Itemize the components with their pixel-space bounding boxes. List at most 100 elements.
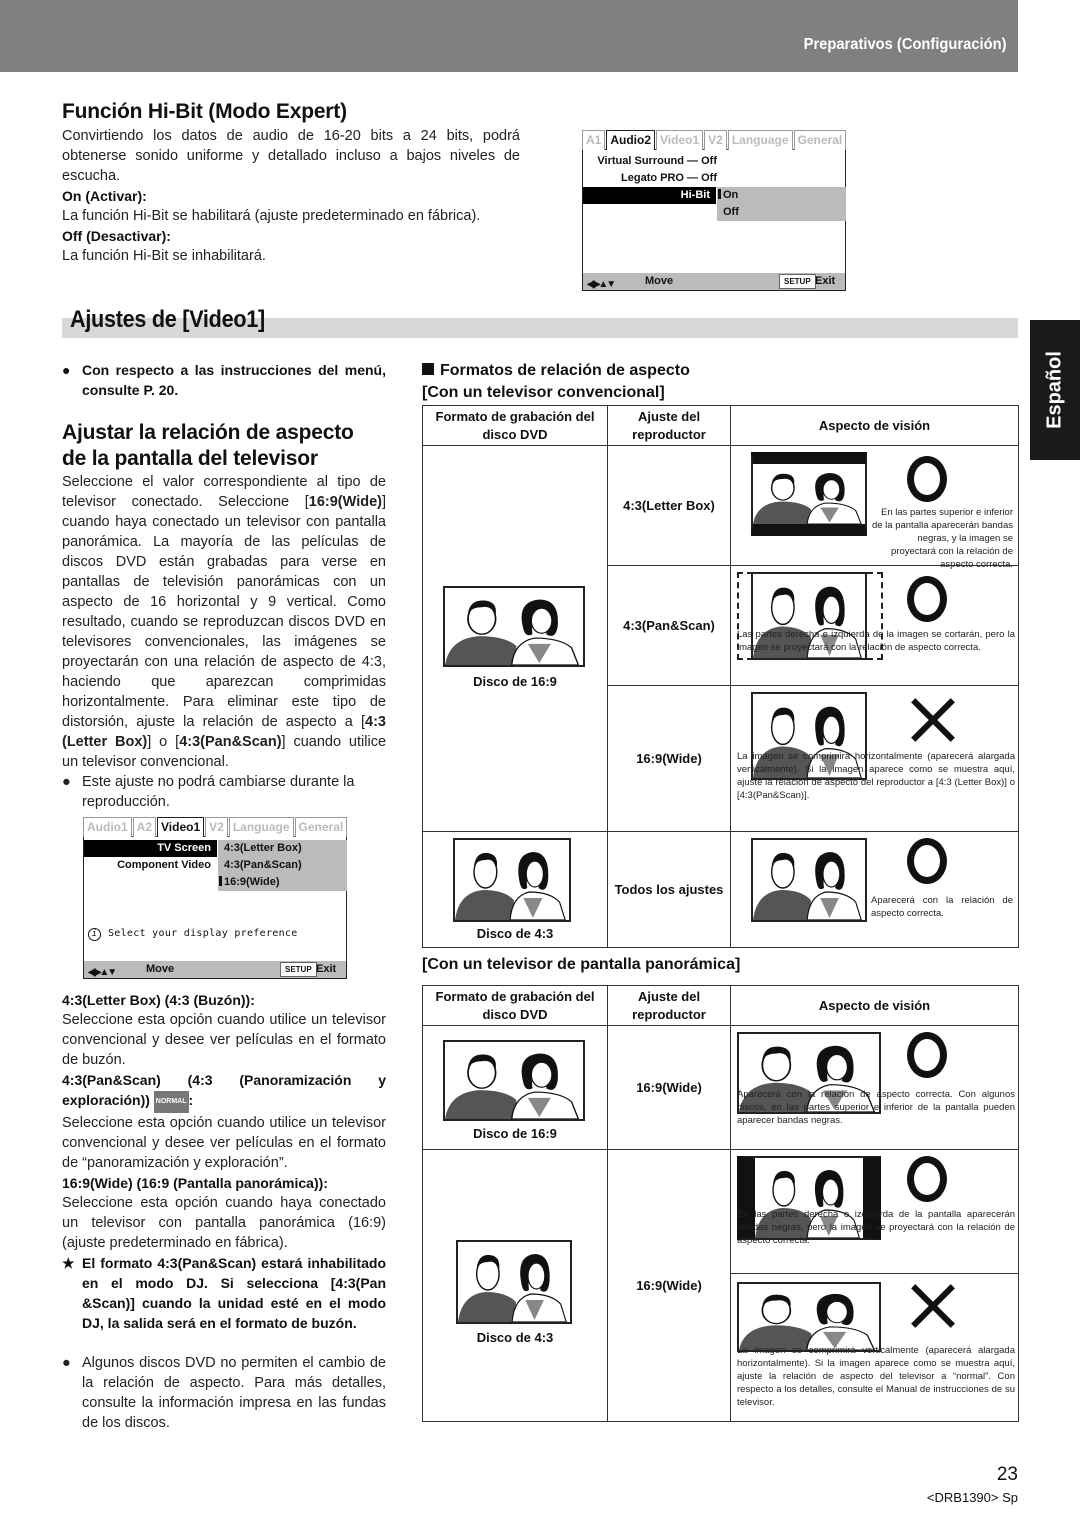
setup-button[interactable]: SETUP [280, 962, 317, 977]
move-label: Move [146, 963, 175, 975]
osd-video-footer: ◀▶▲▼ Move SETUP Exit [84, 961, 346, 978]
table-row: Disco de 16:9 4:3(Letter Box) En las par… [422, 445, 1019, 832]
language-tab: Español [1030, 320, 1080, 460]
info-icon: i [88, 928, 101, 941]
osd-row-component-video[interactable]: Component Video [84, 857, 217, 874]
col-player-setting: Ajuste del reproductor [607, 405, 731, 446]
osd-row-hibit[interactable]: Hi-Bit [583, 187, 716, 204]
osd-audio-menu: A1 Audio2 Video1 V2 Language General Vir… [582, 130, 847, 291]
panscan-text: Seleccione esta opción cuando utilice un… [62, 1115, 386, 1171]
disc-cell: Disco de 16:9 [422, 445, 608, 832]
tab-a1[interactable]: A1 [582, 130, 606, 150]
setting-cell: 4:3(Pan&Scan) [607, 565, 731, 686]
osd-tv-options: 4:3(Letter Box) 4:3(Pan&Scan) 16:9(Wide) [218, 840, 347, 891]
video1-title: Ajustes de [Video1] [70, 306, 265, 333]
left-options: 4:3(Letter Box) (4:3 (Buzón)): Seleccion… [62, 990, 386, 1433]
section-title: Preparativos (Configuración) [803, 36, 1006, 53]
col-disc-format: Formato de grabación del disco DVD [422, 985, 608, 1026]
aspect-subtitle: Ajustar la relación de aspecto de la pan… [62, 421, 354, 470]
setting-cell: 16:9(Wide) [607, 1025, 731, 1150]
osd-row-virtual-surround[interactable]: Virtual Surround — Off [583, 153, 717, 170]
letterbox-label: 4:3(Letter Box) (4:3 (Buzón)): [62, 992, 255, 1008]
tab-language[interactable]: Language [727, 130, 793, 150]
stretched-image [737, 1282, 881, 1352]
aspect-desc: Las partes derecha e izquierda de la ima… [737, 629, 1015, 653]
osd-row-tv-screen[interactable]: TV Screen [84, 840, 217, 857]
hibit-title: Función Hi-Bit (Modo Expert) [62, 100, 347, 123]
tab-audio2[interactable]: Audio2 [606, 130, 656, 150]
conventional-tv-title: [Con un televisor convencional] [422, 384, 665, 401]
couple-illustration [445, 1053, 580, 1119]
couple-illustration [753, 473, 862, 524]
square-bullet-icon [422, 363, 434, 375]
tab-v2[interactable]: V2 [205, 817, 228, 837]
couple-illustration [753, 852, 862, 920]
osd-video-menu: Audio1 A2 Video1 V2 Language General TV … [83, 817, 348, 979]
bad-cross-icon [909, 1282, 957, 1330]
tab-general[interactable]: General [294, 817, 348, 837]
letterbox-image [751, 452, 867, 536]
hibit-body: Convirtiendo los datos de audio de 16-20… [62, 126, 520, 266]
osd-audio-tabs: A1 Audio2 Video1 V2 Language General [582, 130, 847, 150]
letterbox-text: Seleccione esta opción cuando utilice un… [62, 1012, 386, 1068]
tab-language[interactable]: Language [228, 817, 294, 837]
table-row: Disco de 4:3 Todos los ajustes Aparecerá… [422, 831, 1019, 948]
disc-cell: Disco de 4:3 [422, 1149, 608, 1422]
bullet-icon: ● [62, 774, 71, 790]
table-row: Disco de 16:9 16:9(Wide) Aparecerá con l… [422, 1025, 1019, 1150]
setup-button[interactable]: SETUP [779, 274, 816, 289]
setting-cell: Todos los ajustes [607, 831, 731, 948]
hibit-intro: Convirtiendo los datos de audio de 16-20… [62, 128, 520, 184]
star-icon: ★ [62, 1255, 75, 1271]
ok-circle-icon [907, 838, 947, 884]
couple-illustration [458, 1254, 567, 1322]
osd-hint: i Select your display preference [88, 926, 298, 941]
disc-16-9-image [443, 586, 585, 667]
normal-image [751, 838, 867, 922]
normal-badge-icon: NORMAL [153, 1091, 189, 1113]
osd-row-legato-pro[interactable]: Legato PRO — Off [583, 170, 717, 187]
aspect-cell: La imagen se comprimirá verticalmente (a… [730, 1273, 1019, 1422]
osd-option-on[interactable]: On [717, 187, 846, 204]
menu-note: ● Con respecto a las instrucciones del m… [62, 362, 386, 398]
widescreen-tv-title: [Con un televisor de pantalla panorámica… [422, 956, 741, 973]
aspect-desc: La imagen se comprimirá verticalmente (a… [737, 1345, 1015, 1408]
aspect-desc: Aparecerá con la relación de aspecto cor… [737, 1089, 1015, 1126]
tab-video1[interactable]: Video1 [157, 817, 205, 837]
hibit-off-label: Off (Desactivar): [62, 228, 171, 244]
osd-option-off[interactable]: Off [717, 204, 846, 221]
couple-illustration [445, 599, 580, 665]
aspect-cell: Aparecerá con la relación de aspecto cor… [730, 831, 1019, 948]
disc-4-3-image [456, 1240, 572, 1324]
doc-code: <DRB1390> Sp [926, 1490, 1018, 1505]
panscan-label: 4:3(Pan&Scan) (4:3 (Panoramización y exp… [62, 1070, 386, 1113]
col-viewing-aspect: Aspecto de visión [730, 405, 1019, 446]
osd-option-letterbox[interactable]: 4:3(Letter Box) [218, 840, 347, 857]
col-disc-format: Formato de grabación del disco DVD [422, 405, 608, 446]
tab-a2[interactable]: A2 [132, 817, 157, 837]
wide-label: 16:9(Wide) (16:9 (Pantalla panorámica)): [62, 1175, 328, 1191]
disc-4-3-image [453, 838, 571, 922]
bullet-icon: ● [62, 1355, 71, 1371]
osd-option-panscan[interactable]: 4:3(Pan&Scan) [218, 857, 347, 874]
arrow-keys-icon: ◀▶▲▼ [587, 279, 616, 290]
hibit-on-label: On (Activar): [62, 188, 147, 204]
col-viewing-aspect: Aspecto de visión [730, 985, 1019, 1026]
tab-video1[interactable]: Video1 [656, 130, 704, 150]
osd-option-wide[interactable]: 16:9(Wide) [218, 874, 347, 891]
setting-cell: 16:9(Wide) [607, 685, 731, 832]
tab-general[interactable]: General [793, 130, 847, 150]
aspect-cell: Aparecerá con la relación de aspecto cor… [730, 1025, 1019, 1150]
exit-label: Exit [815, 275, 836, 287]
col-player-setting: Ajuste del reproductor [607, 985, 731, 1026]
aspect-cell: La imagen se comprimirá horizontalmente … [730, 685, 1019, 832]
aspect-desc: Aparecerá con la relación de aspecto cor… [871, 895, 1013, 919]
tab-audio1[interactable]: Audio1 [83, 817, 132, 837]
tab-v2[interactable]: V2 [704, 130, 727, 150]
hibit-on-text: La función Hi-Bit se habilitará (ajuste … [62, 208, 481, 224]
aspect-paragraph: Seleccione el valor correspondiente al t… [62, 474, 387, 770]
exit-label: Exit [316, 963, 337, 975]
disc-cell: Disco de 16:9 [422, 1025, 608, 1150]
aspect-cell: En las partes derecha e izquierda de la … [730, 1149, 1019, 1274]
page-number: 23 [996, 1464, 1018, 1485]
